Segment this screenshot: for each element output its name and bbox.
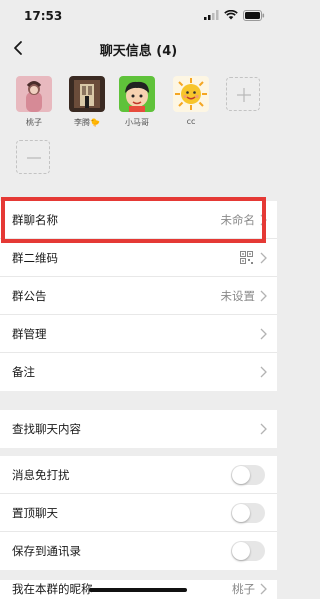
save-contacts-row: 保存到通讯录 (0, 532, 277, 570)
avatar (16, 76, 52, 112)
qr-code-icon (240, 251, 253, 264)
avatar (69, 76, 105, 112)
member-name: cc (186, 117, 196, 126)
dnd-toggle[interactable] (231, 465, 265, 485)
settings-group-search: 查找聊天内容 (0, 410, 277, 448)
cartoon-boy-green-icon (119, 76, 155, 112)
save-contacts-toggle[interactable] (231, 541, 265, 561)
group-notice-label: 群公告 (12, 289, 47, 303)
nav-bar: 聊天信息 (4) (0, 32, 277, 64)
avatar (173, 76, 209, 112)
nickname-value: 桃子 (232, 582, 255, 596)
chevron-right-icon (260, 423, 267, 435)
group-manage-row[interactable]: 群管理 (0, 315, 277, 353)
dnd-row: 消息免打扰 (0, 456, 277, 494)
wifi-icon (224, 10, 238, 20)
pin-toggle[interactable] (231, 503, 265, 523)
add-member-button[interactable] (226, 77, 260, 111)
signal-icon (204, 10, 219, 20)
photo-person-pink-icon (16, 76, 52, 112)
settings-group-toggles: 消息免打扰 置顶聊天 保存到通讯录 (0, 456, 277, 570)
pin-label: 置顶聊天 (12, 506, 58, 520)
search-chat-label: 查找聊天内容 (12, 422, 81, 436)
member-grid: 桃子 李腾🐤 小马哥 cc (0, 64, 277, 192)
group-manage-label: 群管理 (12, 327, 47, 341)
member-item[interactable]: 小马哥 (117, 76, 157, 128)
dnd-label: 消息免打扰 (12, 468, 70, 482)
home-indicator (89, 588, 187, 592)
chevron-right-icon (260, 328, 267, 340)
remark-label: 备注 (12, 365, 35, 379)
save-contacts-label: 保存到通讯录 (12, 544, 81, 558)
nickname-label: 我在本群的昵称 (12, 582, 93, 596)
member-name: 李腾🐤 (74, 118, 100, 127)
group-qr-row[interactable]: 群二维码 (0, 239, 277, 277)
chevron-right-icon (260, 252, 267, 264)
member-item[interactable]: 桃子 (14, 76, 54, 128)
chevron-right-icon (260, 290, 267, 302)
status-icons (204, 9, 265, 21)
minus-icon (27, 157, 41, 159)
status-bar: 17:53 (0, 0, 277, 32)
member-item[interactable]: cc (171, 76, 211, 126)
member-name: 小马哥 (125, 118, 149, 127)
photo-doorway-icon (69, 76, 105, 112)
group-notice-value: 未设置 (220, 289, 256, 303)
group-notice-row[interactable]: 群公告 未设置 (0, 277, 277, 315)
group-qr-label: 群二维码 (12, 251, 58, 265)
avatar (119, 76, 155, 112)
member-item[interactable]: 李腾🐤 (67, 76, 107, 128)
member-name: 桃子 (26, 118, 42, 127)
pin-row: 置顶聊天 (0, 494, 277, 532)
status-time: 17:53 (24, 9, 63, 23)
battery-icon (243, 9, 265, 21)
remark-row[interactable]: 备注 (0, 353, 277, 391)
plus-icon (237, 88, 251, 102)
page-title: 聊天信息 (4) (99, 44, 178, 59)
search-chat-row[interactable]: 查找聊天内容 (0, 410, 277, 448)
highlight-box (1, 197, 266, 243)
remove-member-button[interactable] (16, 140, 50, 174)
chevron-right-icon (260, 583, 267, 595)
chevron-right-icon (260, 366, 267, 378)
sun-cartoon-icon (173, 76, 209, 112)
